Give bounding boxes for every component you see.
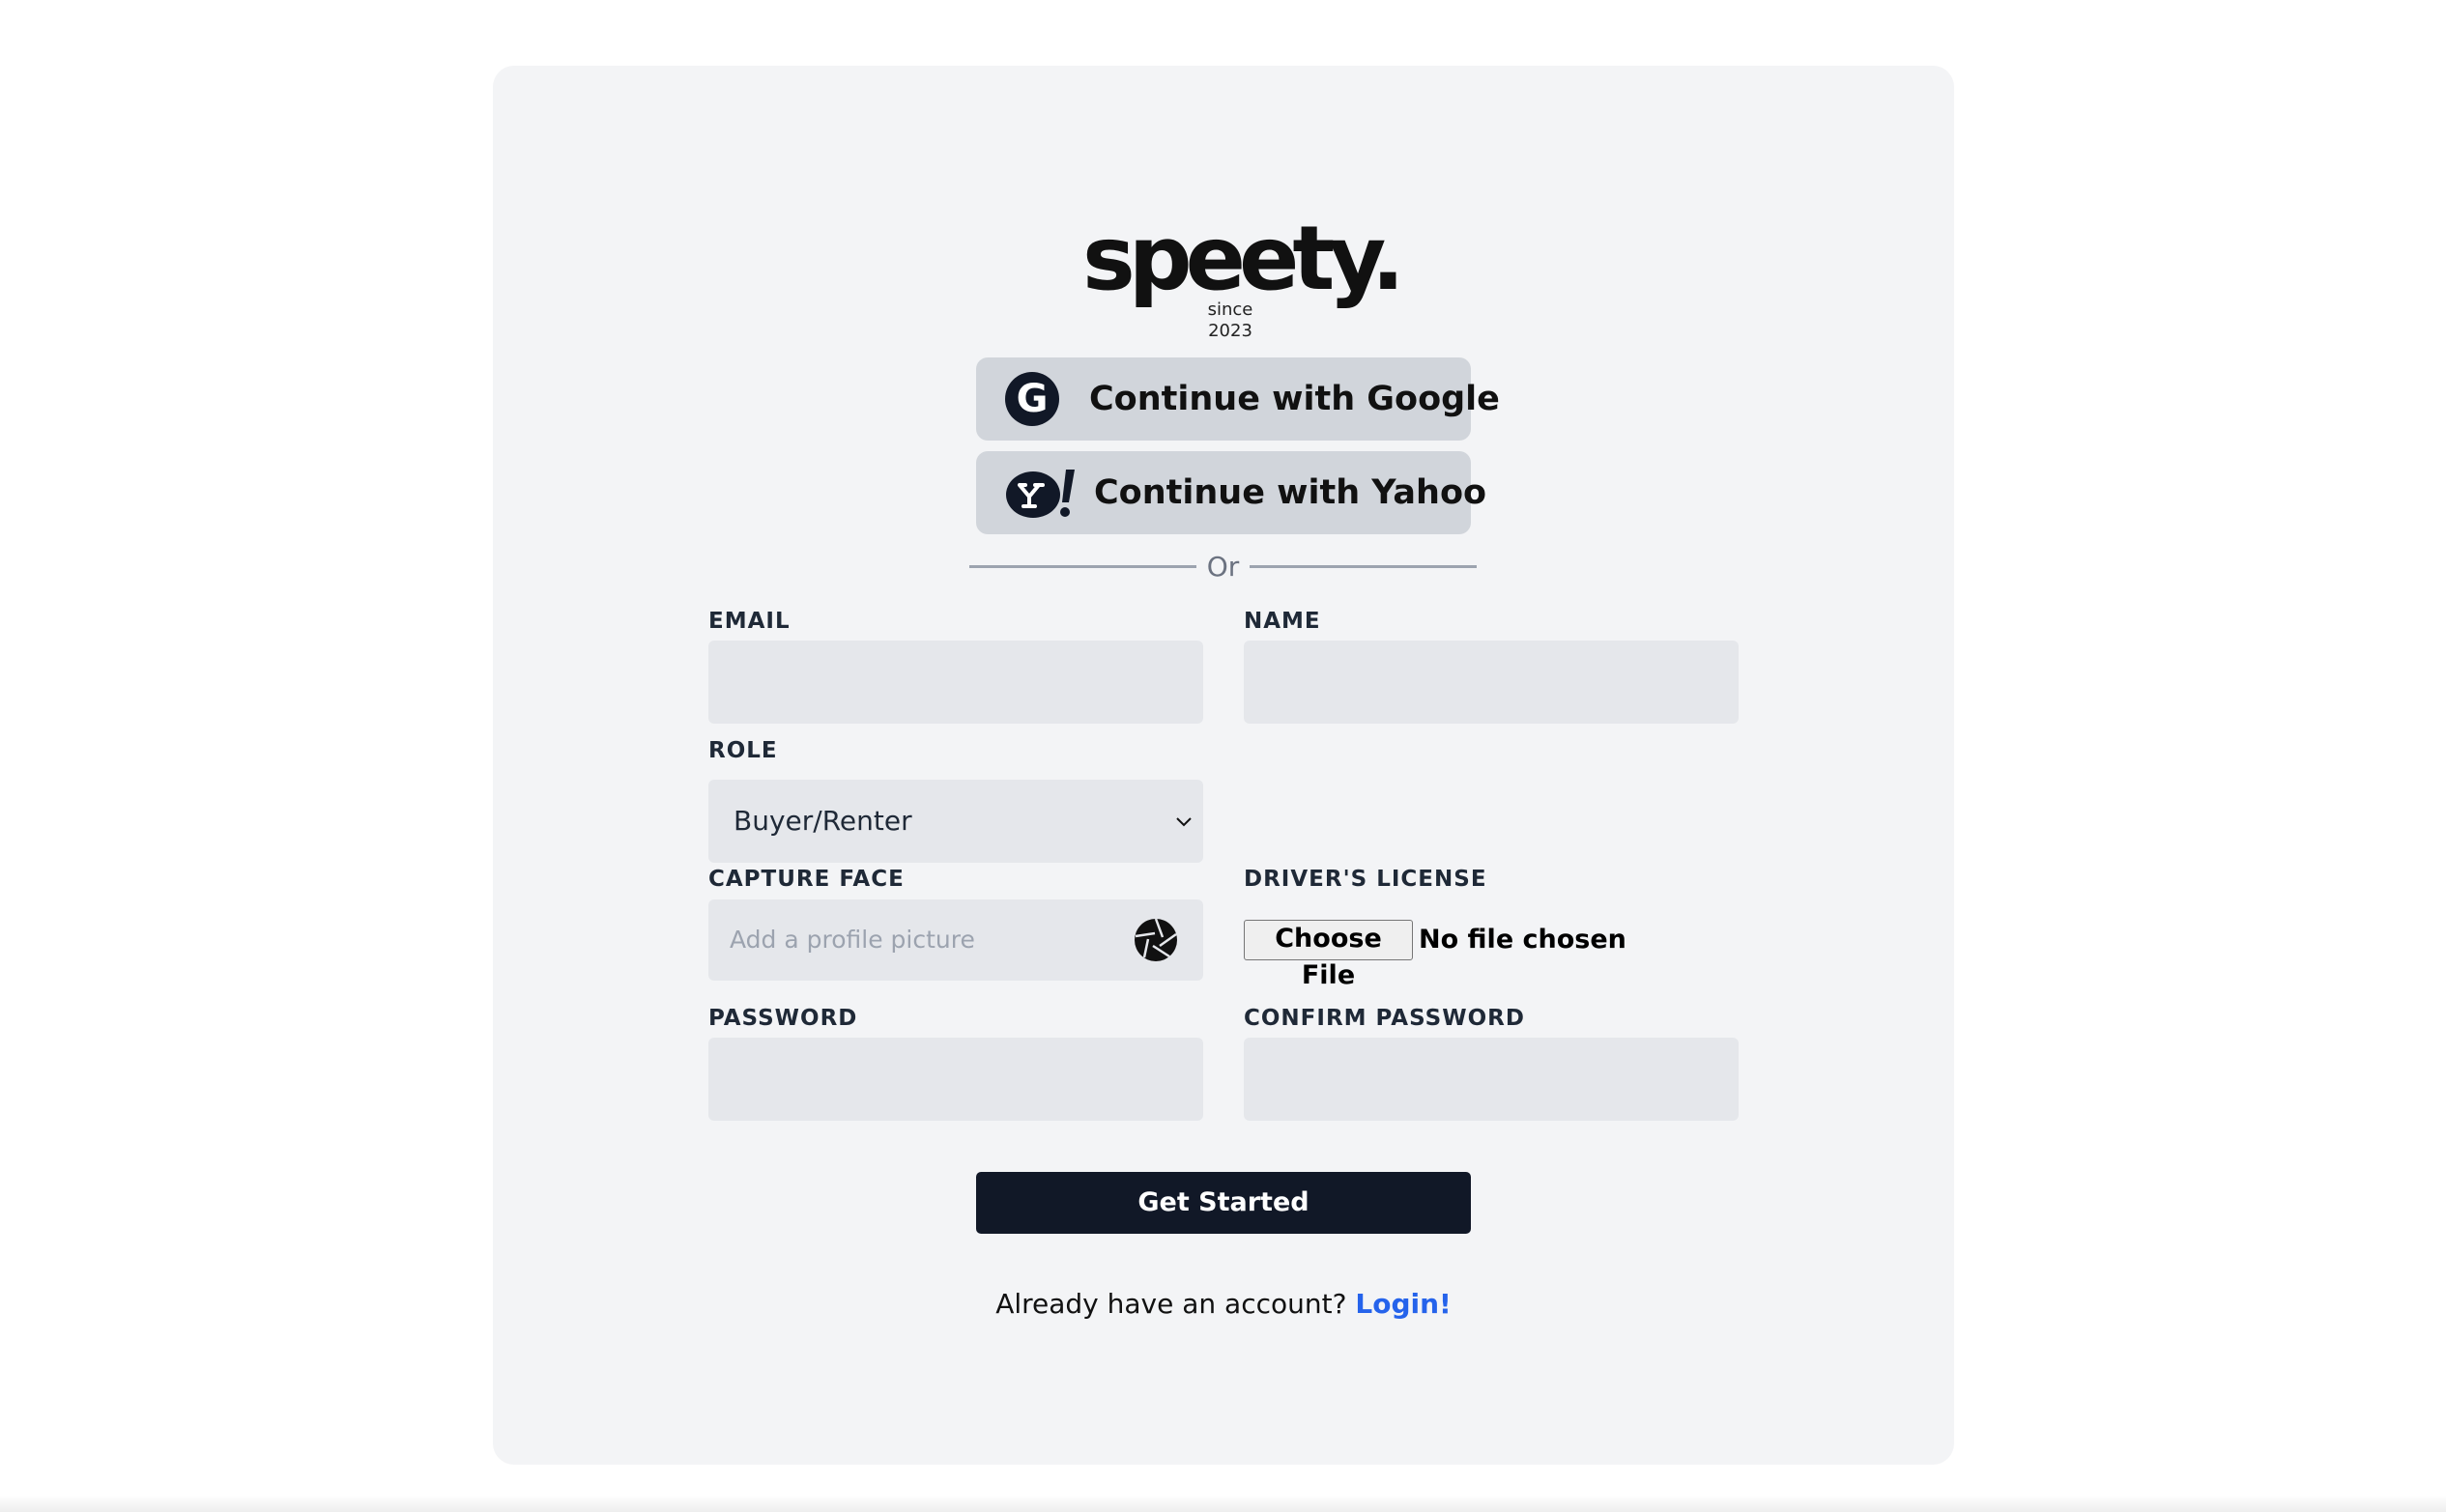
chevron-down-icon: [1176, 817, 1192, 827]
logo-wordmark: speety.: [1082, 207, 1405, 310]
drivers-license-label: DRIVER'S LICENSE: [1244, 867, 1487, 892]
camera-aperture-icon[interactable]: [1134, 918, 1178, 962]
capture-face-label: CAPTURE FACE: [708, 867, 905, 892]
role-select-value: Buyer/Renter: [734, 805, 912, 837]
role-select[interactable]: Buyer/Renter: [708, 780, 1203, 863]
get-started-button[interactable]: Get Started: [976, 1172, 1471, 1234]
password-input[interactable]: [708, 1038, 1203, 1121]
continue-with-yahoo-button[interactable]: Continue with Yahoo: [976, 451, 1486, 534]
confirm-password-label: CONFIRM PASSWORD: [1244, 1006, 1525, 1031]
login-link[interactable]: Login!: [1355, 1288, 1451, 1320]
login-prompt-text: Already have an account?: [995, 1288, 1347, 1320]
logo-since-label: since: [1207, 300, 1253, 320]
google-icon: G: [1005, 372, 1059, 426]
or-divider: Or: [969, 553, 1477, 591]
role-label: ROLE: [708, 738, 778, 763]
choose-file-button[interactable]: Choose File: [1244, 920, 1413, 990]
name-label: NAME: [1244, 609, 1321, 634]
file-status-text: No file chosen: [1419, 925, 1626, 955]
capture-face-field[interactable]: Add a profile picture: [708, 899, 1203, 981]
google-button-label: Continue with Google: [1089, 380, 1500, 418]
email-label: EMAIL: [708, 609, 791, 634]
password-label: PASSWORD: [708, 1006, 858, 1031]
window-bottom-edge: [0, 1496, 2446, 1512]
yahoo-icon: [1006, 470, 1075, 518]
email-input[interactable]: [708, 641, 1203, 724]
capture-face-placeholder: Add a profile picture: [730, 926, 975, 954]
divider-line-right: [1250, 565, 1477, 568]
logo-since-year: 2023: [1208, 321, 1252, 341]
continue-with-google-button[interactable]: G Continue with Google: [976, 357, 1500, 441]
yahoo-button-label: Continue with Yahoo: [1094, 473, 1487, 512]
confirm-password-input[interactable]: [1244, 1038, 1739, 1121]
logo-since: since 2023: [1201, 300, 1259, 342]
login-prompt: Already have an account? Login!: [976, 1285, 1471, 1324]
speety-logo: speety. since 2023: [1082, 207, 1405, 342]
name-input[interactable]: [1244, 641, 1739, 724]
